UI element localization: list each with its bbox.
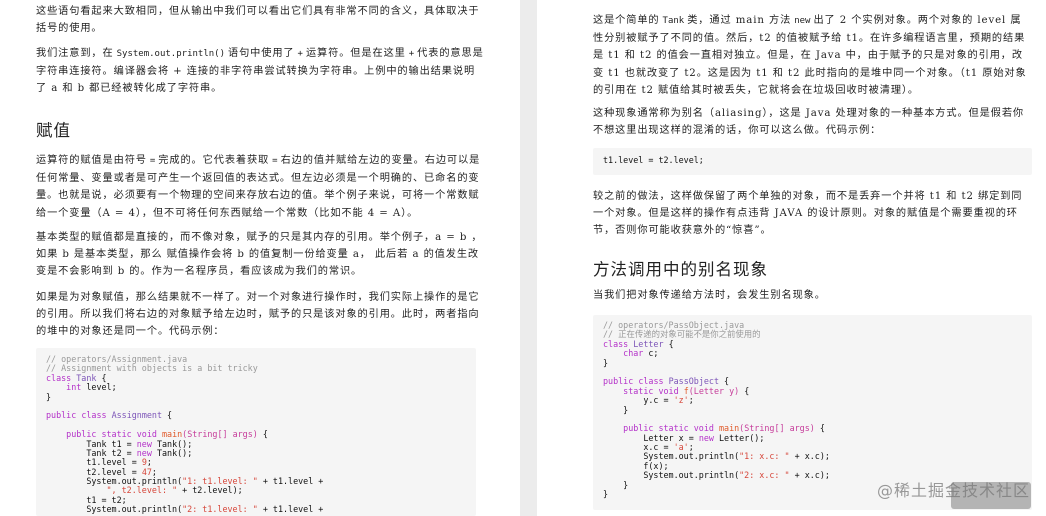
code-block-inline-assignment: t1.level = t2.level; — [593, 148, 1032, 175]
code-line: System.out.println("2: t1.level: " + t1.… — [46, 505, 476, 514]
code-token: } — [603, 489, 609, 500]
code-token: { — [739, 385, 750, 396]
text: 语句中使用了 — [228, 48, 295, 59]
code-token: level; — [86, 382, 117, 393]
code-line: t1.level = t2.level; — [603, 155, 704, 165]
text: 出了 2 个实例对象。两个对象的 level 属性分别被赋予了不同的值。然后，t… — [593, 15, 1027, 96]
code-token: + t2.level); — [177, 485, 243, 496]
inline-code: new — [794, 16, 811, 26]
code-token: + x.c); — [789, 470, 830, 481]
code-token: 'z' — [673, 395, 689, 406]
paragraph-aliasing: 这种现象通常称为别名（aliasing），这是 Java 处理对象的一种基本方式… — [593, 108, 1024, 137]
code-token: + x.c); — [789, 451, 830, 462]
paragraph-primitive-assignment: 基本类型的赋值都是直接的，而不像对象，赋予的只是其内存的引用。举个例子，a = … — [36, 232, 483, 278]
inline-code: = — [149, 156, 156, 166]
code-line: } — [603, 357, 1032, 368]
code-token: char — [623, 348, 644, 359]
code-line: class Letter { — [603, 338, 1032, 349]
code-token: + t1.level + — [257, 476, 324, 487]
code-token: Letter(); — [713, 432, 765, 443]
code-token: System.out.println( — [46, 504, 183, 515]
code-block-assignment: // operators/Assignment.java// Assignmen… — [36, 348, 476, 516]
code-line: } — [603, 404, 1032, 415]
paragraph-alternative: 较之前的做法，这样做保留了两个单独的对象，而不是丢弃一个并将 t1 和 t2 绑… — [593, 191, 1023, 237]
text: 运算符的赋值是由符号 — [36, 155, 147, 166]
inline-code: + — [297, 49, 303, 59]
code-token: { — [257, 429, 268, 440]
paragraph-object-assignment: 如果是为对象赋值，那么结果就不一样了。对一个对象进行操作时，我们实际上操作的是它… — [36, 292, 480, 338]
code-line: int level; — [46, 382, 476, 393]
text: 类，通过 main 方法 — [687, 15, 792, 26]
paragraph-text: 这些语句看起来大致相同，但从输出中我们可以看出它们具有非常不同的含义，具体取决于… — [36, 6, 480, 35]
code-line: public class Assignment { — [46, 411, 476, 420]
paragraph-tank-explanation: 这是个简单的 Tank 类，通过 main 方法 new 出了 2 个实例对象。两个对象… — [537, 12, 1046, 99]
code-token: "1: x.c: " — [739, 451, 790, 462]
code-token: (String[] args) — [182, 429, 258, 440]
text: 运算符。但是在这里 — [305, 48, 406, 59]
text: 我们注意到，在 — [36, 48, 114, 59]
code-token: { — [162, 410, 173, 421]
code-token: "2: t1.level: " — [182, 504, 258, 515]
text: 这是个简单的 — [593, 15, 660, 26]
code-token: + t1.level + — [257, 504, 324, 515]
left-page: 这些语句看起来大致相同，但从输出中我们可以看出它们具有非常不同的含义，具体取决于… — [0, 0, 520, 516]
paragraph-plus-operator: 我们注意到，在 System.out.println() 语句中使用了 + 运算符。但是… — [0, 45, 520, 98]
code-token: { — [814, 423, 825, 434]
inline-code: System.out.println() — [116, 49, 225, 59]
code-token: int — [66, 382, 82, 393]
code-token: class — [81, 410, 107, 421]
inline-code: Tank — [662, 16, 685, 26]
code-token: c; — [643, 348, 659, 359]
inline-code: + — [408, 49, 415, 59]
code-token: Assignment — [111, 410, 162, 421]
paragraph-assignment: 运算符的赋值是由符号 = 完成的。它代表着获取 = 右边的值并赋给左边的变量。右边可以是… — [0, 152, 520, 222]
code-token: } — [603, 404, 629, 415]
page-gutter — [520, 0, 537, 516]
paragraph-parentheses: 这些语句看起来大致相同，但从输出中我们可以看出它们具有非常不同的含义，具体取决于… — [0, 3, 520, 37]
section-heading-assignment: 赋值 — [36, 121, 71, 140]
code-line: char c; — [603, 348, 1032, 359]
right-page: 这是个简单的 Tank 类，通过 main 方法 new 出了 2 个实例对象。两个对象… — [537, 0, 1046, 516]
code-token: { — [663, 338, 674, 349]
code-line: y.c = 'z'; — [603, 395, 1032, 406]
code-token: "2: x.c: " — [739, 470, 790, 481]
code-token: ; — [688, 395, 694, 406]
code-token: public — [46, 410, 77, 421]
code-token: } — [603, 357, 609, 368]
inline-code: = — [272, 156, 278, 166]
paragraph-pass-object: 当我们把对象传递给方法时，会发生别名现象。 — [593, 290, 826, 301]
code-token: } — [46, 391, 52, 402]
watermark: @稀土掘金技术社区 — [876, 481, 1030, 500]
code-line: } — [46, 391, 476, 402]
code-token: Tank(); — [151, 447, 193, 458]
code-line: // Assignment with objects is a bit tric… — [46, 364, 476, 373]
code-token: new — [698, 432, 714, 443]
section-heading-method-aliasing: 方法调用中的别名现象 — [593, 260, 768, 279]
code-token: (Letter y) — [688, 385, 740, 396]
text: 完成的。它代表着获取 — [158, 155, 270, 166]
